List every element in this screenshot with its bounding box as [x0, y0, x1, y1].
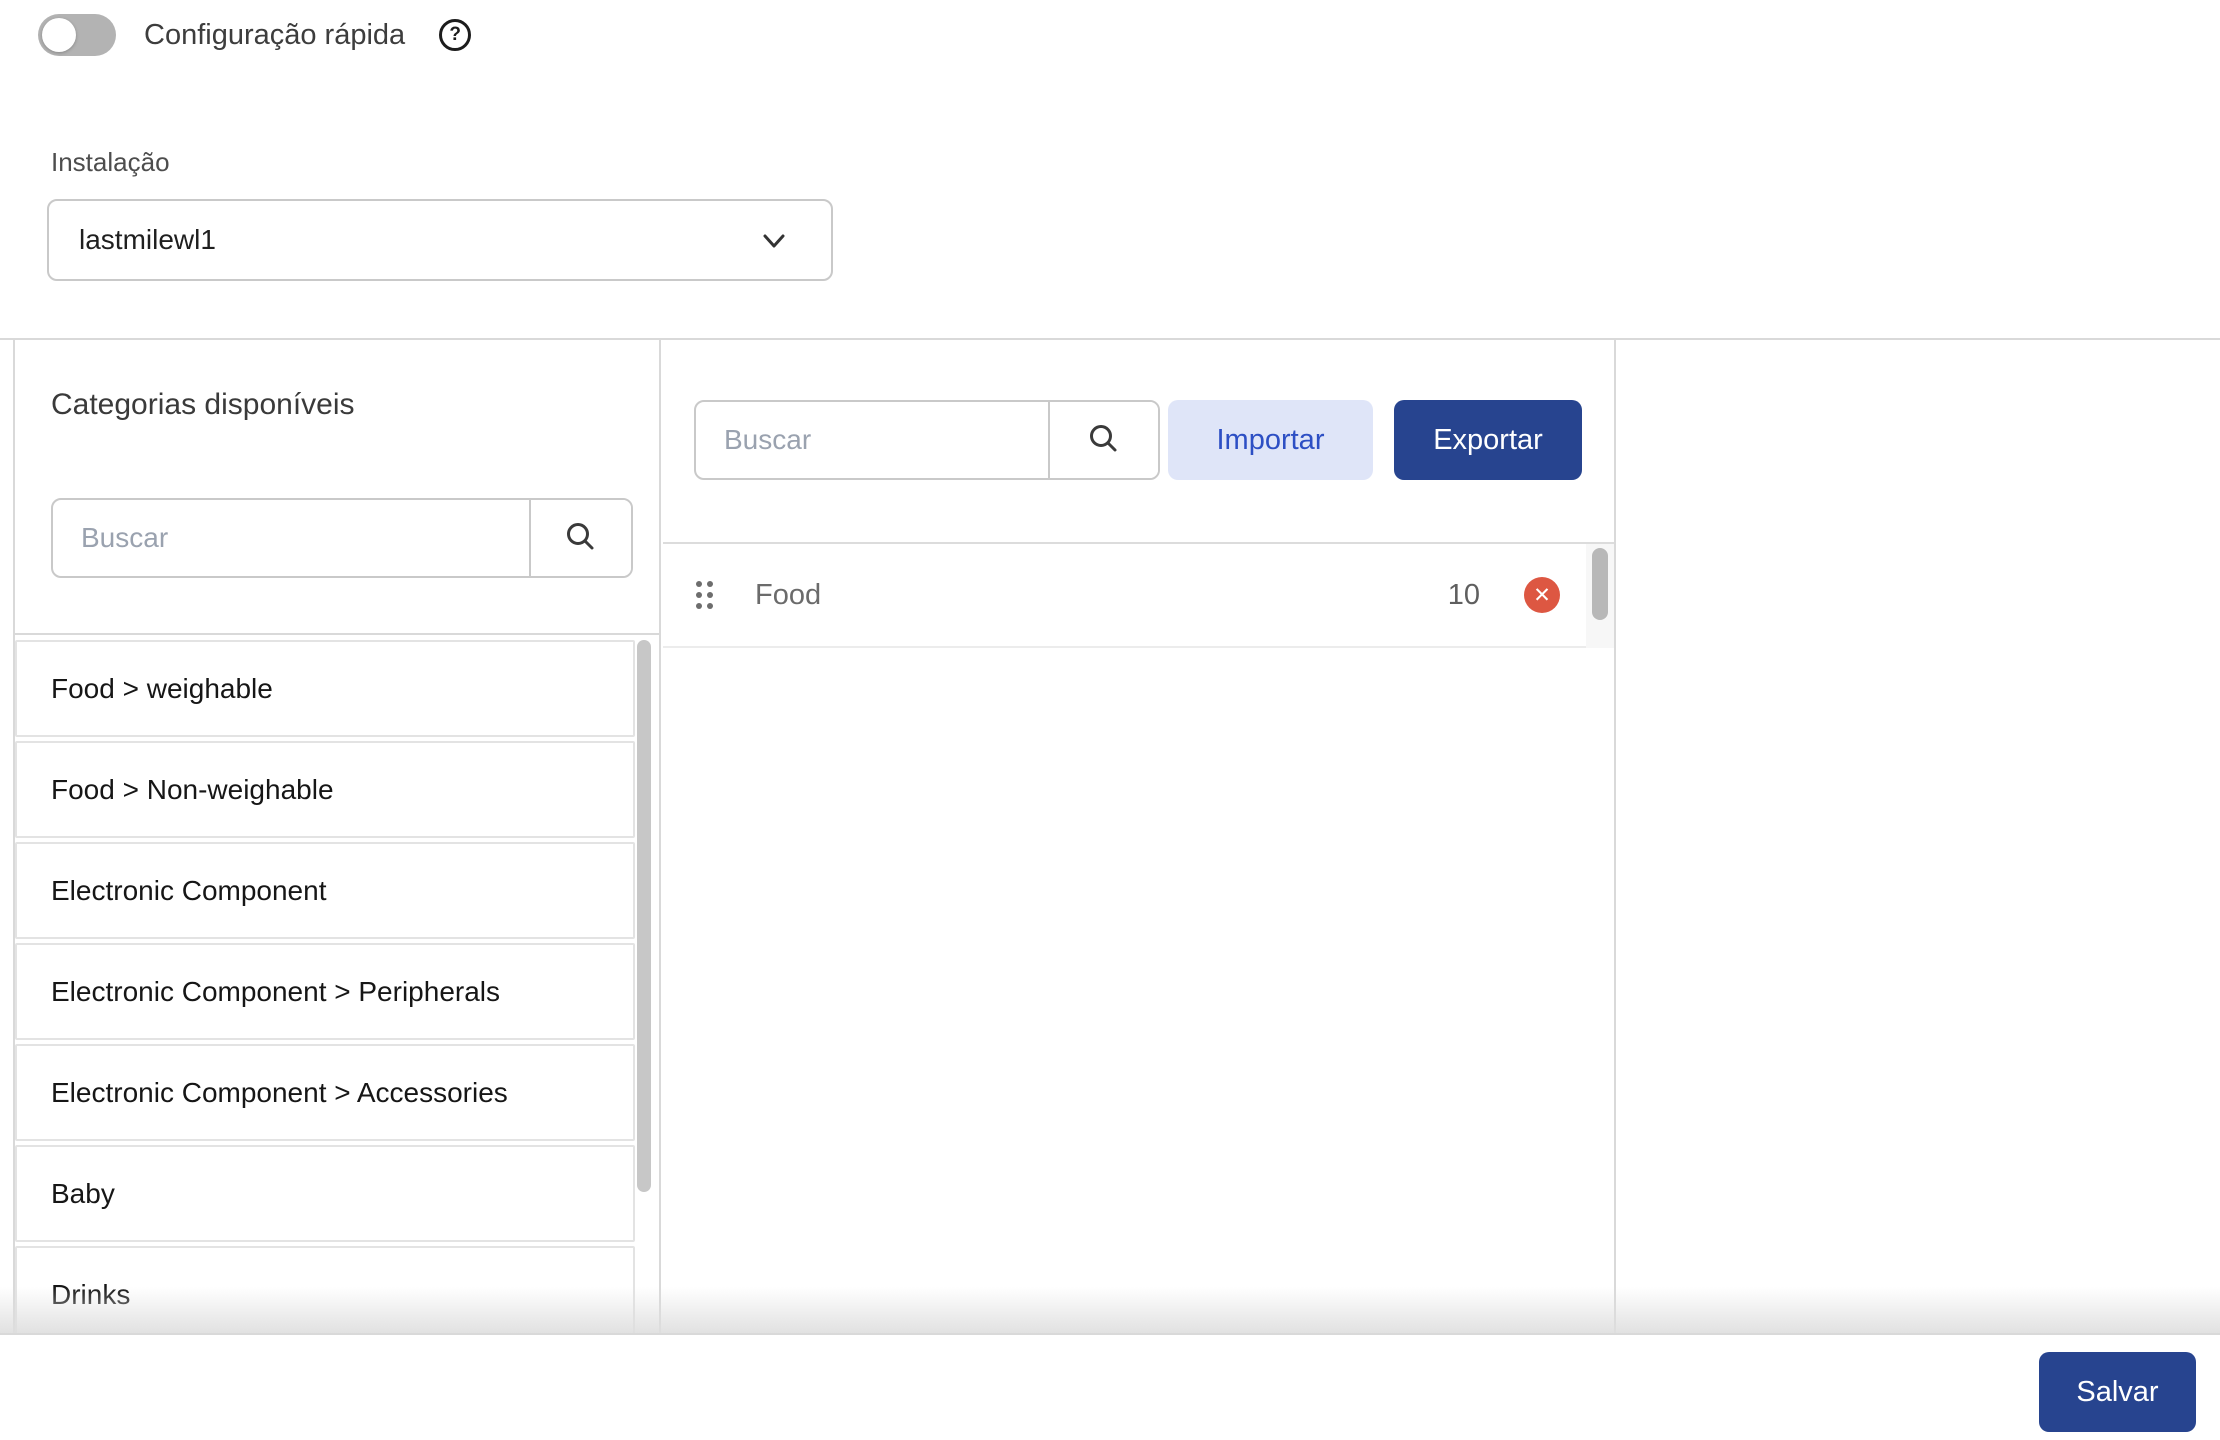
category-configuration-page: { "quick_config": { "label": "Configuraç… [0, 0, 2220, 1440]
category-item[interactable]: Food > weighable [15, 640, 635, 737]
installation-selected-value: lastmilewl1 [79, 224, 216, 256]
x-circle-icon: ✕ [1533, 585, 1551, 606]
chevron-down-icon [757, 229, 791, 253]
category-item[interactable]: Electronic Component [15, 842, 635, 939]
import-button[interactable]: Importar [1168, 400, 1373, 480]
available-categories-panel: Categorias disponíveis Food > weighable … [13, 340, 661, 1333]
left-panel-divider [15, 633, 659, 635]
available-categories-search [51, 498, 633, 578]
selected-categories-search [694, 400, 1160, 480]
available-categories-search-button[interactable] [529, 500, 631, 576]
export-button[interactable]: Exportar [1394, 400, 1582, 480]
category-item-label: Electronic Component [51, 875, 326, 907]
question-mark-icon[interactable]: ? [439, 19, 471, 51]
remove-category-button[interactable]: ✕ [1524, 577, 1560, 613]
selected-category-row[interactable]: Food 10 ✕ [663, 544, 1588, 648]
quick-config-label: Configuração rápida [144, 19, 405, 52]
quick-config-row: Configuração rápida ? [38, 14, 471, 56]
category-item-label: Baby [51, 1178, 115, 1210]
selected-categories-search-input[interactable] [696, 402, 1048, 478]
selected-category-count: 10 [1448, 579, 1480, 612]
available-categories-title: Categorias disponíveis [51, 388, 355, 422]
search-icon [1084, 420, 1124, 460]
category-item-label: Electronic Component > Peripherals [51, 976, 500, 1008]
selected-list-scrollbar-track [1586, 544, 1614, 648]
question-glyph: ? [449, 24, 461, 46]
available-categories-search-input[interactable] [53, 500, 529, 576]
available-categories-list: Food > weighable Food > Non-weighable El… [15, 640, 635, 1333]
category-item[interactable]: Electronic Component > Peripherals [15, 943, 635, 1040]
category-item[interactable]: Drinks [15, 1246, 635, 1333]
selected-list-scrollbar[interactable] [1592, 548, 1608, 620]
category-item-label: Food > Non-weighable [51, 774, 334, 806]
quick-config-toggle[interactable] [38, 14, 116, 56]
main-container: Categorias disponíveis Food > weighable … [0, 338, 2220, 1335]
search-icon [561, 518, 601, 558]
save-button[interactable]: Salvar [2039, 1352, 2196, 1432]
selected-categories-search-button[interactable] [1048, 402, 1158, 478]
category-item[interactable]: Food > Non-weighable [15, 741, 635, 838]
category-item-label: Food > weighable [51, 673, 273, 705]
category-item[interactable]: Electronic Component > Accessories [15, 1044, 635, 1141]
category-item-label: Drinks [51, 1279, 130, 1311]
toggle-knob [42, 18, 76, 52]
installation-label: Instalação [51, 147, 170, 178]
selected-categories-panel: Importar Exportar Food 10 ✕ [663, 340, 1616, 1333]
category-item-label: Electronic Component > Accessories [51, 1077, 508, 1109]
drag-handle-icon[interactable] [696, 581, 713, 609]
selected-category-name: Food [755, 579, 821, 612]
left-panel-scrollbar[interactable] [637, 640, 651, 1192]
category-item[interactable]: Baby [15, 1145, 635, 1242]
installation-select[interactable]: lastmilewl1 [47, 199, 833, 281]
